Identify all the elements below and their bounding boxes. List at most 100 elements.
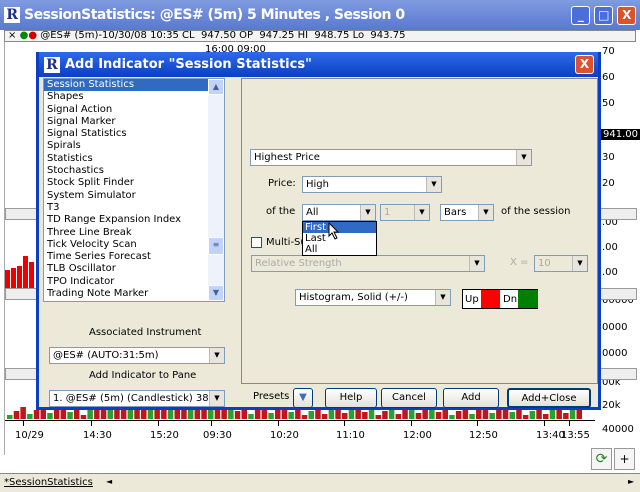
volume-bar bbox=[67, 412, 73, 419]
volume-bar bbox=[268, 413, 274, 419]
price-axis-label: 20 bbox=[602, 178, 615, 189]
up-color-swatch[interactable] bbox=[481, 290, 500, 308]
color-swatches: Up Dn bbox=[462, 289, 538, 309]
indicator-list-item[interactable]: T3 bbox=[44, 202, 208, 214]
add-button[interactable]: Add bbox=[443, 388, 499, 408]
info-bar: × ●● @ES# (5m)-10/30/08 10:35 CL 947.50 … bbox=[4, 30, 636, 42]
zoom-in-button[interactable]: + bbox=[614, 448, 635, 470]
tab-scroll-right[interactable]: ► bbox=[628, 477, 634, 486]
time-axis-tick bbox=[477, 420, 478, 426]
scroll-up-icon[interactable]: ▲ bbox=[208, 79, 224, 95]
x-select[interactable]: 10 ▼ bbox=[534, 255, 588, 272]
selected-value: Relative Strength bbox=[255, 258, 342, 269]
volume-bar bbox=[308, 411, 314, 419]
dialog-close-button[interactable]: X bbox=[575, 55, 594, 74]
chevron-down-icon: ▼ bbox=[426, 177, 441, 192]
time-axis-label: 10:20 bbox=[270, 430, 299, 441]
price-select[interactable]: High ▼ bbox=[302, 176, 442, 193]
tab-session-statistics[interactable]: *SessionStatistics bbox=[4, 477, 93, 488]
indicator-list-item[interactable]: Trading Note Marker bbox=[44, 288, 208, 300]
time-axis-tick bbox=[344, 420, 345, 426]
indicator-list-item[interactable]: Signal Action bbox=[44, 104, 208, 116]
maximize-button[interactable]: □ bbox=[594, 6, 613, 25]
indicator-list-item[interactable]: Statistics bbox=[44, 153, 208, 165]
pane-close-button[interactable]: × bbox=[8, 30, 16, 41]
indicator-list-item[interactable]: Shapes bbox=[44, 91, 208, 103]
indicator-list[interactable]: Session Statistics Shapes Signal Action Sig… bbox=[43, 78, 225, 302]
indicator-list-item[interactable]: Stochastics bbox=[44, 165, 208, 177]
time-axis-tick bbox=[544, 420, 545, 426]
volume-bar bbox=[27, 414, 33, 419]
time-axis-tick bbox=[411, 420, 412, 426]
of-the-label: of the bbox=[266, 206, 296, 217]
presets-dropdown-button[interactable]: ▼ bbox=[293, 388, 313, 408]
indicator-list-item[interactable]: Three Line Break bbox=[44, 227, 208, 239]
indicator-list-item[interactable]: Time Series Forecast bbox=[44, 251, 208, 263]
associated-instrument-select[interactable]: @ES# (AUTO:31:5m) ▼ bbox=[49, 347, 225, 364]
price-label: Price: bbox=[268, 178, 296, 189]
indicator-list-item[interactable]: Stock Split Finder bbox=[44, 177, 208, 189]
multi-checkbox[interactable] bbox=[251, 237, 262, 248]
volume-bar bbox=[522, 415, 529, 419]
volume-bar bbox=[342, 413, 348, 419]
list-scrollbar[interactable]: ▲ ≡ ▼ bbox=[208, 79, 224, 301]
help-button[interactable]: Help bbox=[325, 388, 377, 408]
minimize-button[interactable]: _ bbox=[571, 6, 590, 25]
indicator-list-item[interactable]: Spirals bbox=[44, 140, 208, 152]
up-label: Up bbox=[465, 294, 479, 305]
add-close-button[interactable]: Add+Close bbox=[507, 388, 591, 408]
tab-scroll-left[interactable]: ◄ bbox=[106, 477, 112, 486]
candle-icon: ● bbox=[19, 30, 29, 41]
dialog-title-bar: R Add Indicator "Session Statistics" X bbox=[39, 52, 598, 77]
indicator-list-item[interactable]: TLB Oscillator bbox=[44, 263, 208, 275]
comparison-select[interactable]: Relative Strength ▼ bbox=[251, 255, 485, 272]
multi-label: Multi-Su bbox=[266, 237, 307, 248]
price-axis-label: 30 bbox=[602, 152, 615, 163]
of-the-select[interactable]: All ▼ bbox=[302, 204, 376, 221]
volume-bar bbox=[382, 411, 388, 419]
pane3-axis-label: 0000 bbox=[602, 348, 628, 359]
indicator-list-item[interactable]: TPO Indicator bbox=[44, 276, 208, 288]
volume-bar bbox=[569, 409, 576, 419]
add-to-pane-select[interactable]: 1. @ES# (5m) (Candlestick) 3875 I ▼ bbox=[49, 390, 225, 407]
associated-instrument-label: Associated Instrument bbox=[89, 327, 202, 338]
time-axis-tick bbox=[278, 420, 279, 426]
indicator-list-item[interactable]: Signal Statistics bbox=[44, 128, 208, 140]
unit-select[interactable]: Bars ▼ bbox=[440, 204, 494, 221]
selected-value: 1. @ES# (5m) (Candlestick) 3875 I bbox=[53, 393, 225, 404]
pane3-axis-label: 0000 bbox=[602, 322, 628, 333]
indicator-list-item[interactable]: TD Range Expansion Index bbox=[44, 214, 208, 226]
selected-value: 10 bbox=[538, 258, 551, 269]
settings-panel: Highest Price ▼ Price: High ▼ of the All ▼ … bbox=[241, 78, 598, 384]
volume-bar bbox=[254, 410, 261, 419]
count-select[interactable]: 1 ▼ bbox=[380, 204, 430, 221]
volume-bar bbox=[275, 409, 281, 419]
indicator-list-item[interactable]: System Simulator bbox=[44, 190, 208, 202]
indicator-list-item[interactable]: Session Statistics bbox=[44, 79, 208, 92]
selected-value: Highest Price bbox=[254, 152, 320, 163]
close-button[interactable]: X bbox=[617, 6, 636, 25]
volume-bar bbox=[47, 413, 53, 419]
dn-color-swatch[interactable] bbox=[518, 290, 538, 308]
app-logo-icon: R bbox=[44, 57, 60, 73]
statistic-select[interactable]: Highest Price ▼ bbox=[250, 149, 532, 166]
volume-bar bbox=[549, 410, 556, 419]
selected-value: All bbox=[306, 207, 319, 218]
scroll-thumb[interactable]: ≡ bbox=[208, 237, 224, 255]
cancel-button[interactable]: Cancel bbox=[381, 388, 437, 408]
window-title: SessionStatistics: @ES# (5m) 5 Minutes ,… bbox=[24, 7, 405, 23]
selected-value: Bars bbox=[444, 207, 467, 218]
plot-style-select[interactable]: Histogram, Solid (+/-) ▼ bbox=[295, 289, 451, 306]
of-session-label: of the session bbox=[501, 206, 571, 217]
volume-bar bbox=[321, 414, 328, 419]
chevron-down-icon: ▼ bbox=[516, 150, 531, 165]
pane2-axis-label: .00 bbox=[602, 267, 618, 278]
time-axis-label: 14:30 bbox=[83, 430, 112, 441]
scroll-down-icon[interactable]: ▼ bbox=[208, 285, 224, 301]
dropdown-option[interactable]: All bbox=[303, 244, 376, 255]
indicator-list-item[interactable]: Signal Marker bbox=[44, 116, 208, 128]
refresh-button[interactable]: ⟳ bbox=[591, 448, 612, 470]
selected-value: Histogram, Solid (+/-) bbox=[299, 292, 408, 303]
candle-icon: ● bbox=[28, 30, 38, 41]
indicator-list-item[interactable]: Tick Velocity Scan bbox=[44, 239, 208, 251]
